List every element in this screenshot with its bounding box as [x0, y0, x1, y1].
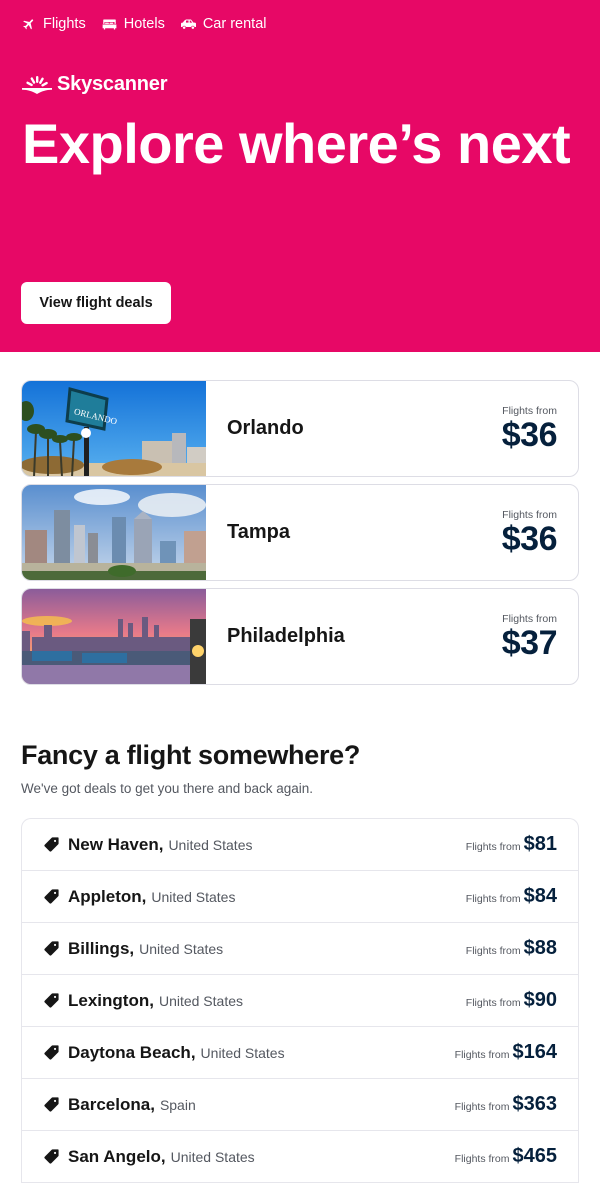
deal-city: New Haven,	[68, 834, 164, 854]
nav-hotels[interactable]: Hotels	[102, 16, 165, 32]
deal-row[interactable]: Appleton, United States Flights from $84	[22, 871, 578, 923]
deals-list: New Haven, United States Flights from $8…	[21, 818, 579, 1183]
nav-car-rental[interactable]: Car rental	[180, 16, 267, 32]
plane-icon	[23, 19, 34, 30]
brand-name: Skyscanner	[57, 73, 168, 95]
hero-banner: Flights Hotels Car rental Skyscanner Exp…	[0, 0, 600, 352]
deal-city: San Angelo,	[68, 1146, 166, 1166]
price-tag-icon	[44, 993, 59, 1008]
deal-country: United States	[200, 1044, 285, 1061]
deal-price: $84	[523, 885, 557, 907]
deal-country: United States	[170, 1148, 255, 1165]
destination-card-orlando[interactable]: ORLANDO Orlando Flights from $36	[21, 380, 579, 477]
deal-city: Appleton,	[68, 886, 147, 906]
flights-from-label: Flights from	[465, 841, 521, 853]
price-tag-icon	[44, 1045, 59, 1060]
view-flight-deals-button[interactable]: View flight deals	[21, 282, 171, 324]
nav-hotels-label: Hotels	[123, 16, 165, 32]
price-tag-icon	[44, 837, 59, 852]
nav-car-rental-label: Car rental	[202, 16, 267, 32]
deal-price: $465	[512, 1145, 558, 1167]
section-subtitle: We've got deals to get you there and bac…	[21, 781, 314, 796]
deal-city: Billings,	[68, 938, 135, 958]
flights-from-label: Flights from	[454, 1101, 510, 1113]
featured-destinations: ORLANDO Orlando Flights from $36 Tampa F…	[0, 352, 600, 685]
deal-country: United States	[168, 836, 253, 853]
nav-flights[interactable]: Flights	[22, 16, 86, 32]
car-icon	[180, 19, 196, 29]
destination-name: Tampa	[227, 521, 290, 543]
destination-price: $36	[501, 415, 558, 454]
deal-city: Barcelona,	[68, 1094, 155, 1114]
tampa-photo	[22, 485, 206, 580]
price-tag-icon	[44, 889, 59, 904]
destination-price: $36	[501, 519, 558, 558]
bed-icon	[102, 19, 117, 29]
deal-row[interactable]: Daytona Beach, United States Flights fro…	[22, 1027, 578, 1079]
flights-from-label: Flights from	[465, 997, 521, 1009]
flights-from-label: Flights from	[465, 893, 521, 905]
deal-city: Lexington,	[68, 990, 154, 1010]
deal-row[interactable]: New Haven, United States Flights from $8…	[22, 819, 578, 871]
flights-from-label: Flights from	[454, 1049, 510, 1061]
hero-title: Explore where’s next	[22, 112, 571, 175]
flights-from-label: Flights from	[465, 945, 521, 957]
deal-price: $88	[523, 937, 557, 959]
deals-section-header: Fancy a flight somewhere? We've got deal…	[0, 740, 600, 796]
deal-row[interactable]: Billings, United States Flights from $88	[22, 923, 578, 975]
sunrise-logo-icon	[22, 75, 52, 94]
destination-price: $37	[501, 623, 558, 662]
flights-from-label: Flights from	[454, 1153, 510, 1165]
price-tag-icon	[44, 1149, 59, 1164]
deal-country: Spain	[159, 1096, 196, 1113]
destination-card-philadelphia[interactable]: Philadelphia Flights from $37	[21, 588, 579, 685]
deal-price: $90	[523, 989, 557, 1011]
section-title: Fancy a flight somewhere?	[21, 740, 361, 770]
deal-row[interactable]: San Angelo, United States Flights from $…	[22, 1131, 578, 1183]
price-tag-icon	[44, 1097, 59, 1112]
deal-country: United States	[158, 992, 244, 1009]
destination-name: Orlando	[227, 417, 304, 439]
destination-name: Philadelphia	[227, 625, 345, 647]
price-tag-icon	[44, 941, 59, 956]
top-nav: Flights Hotels Car rental	[22, 0, 578, 46]
deal-country: United States	[151, 888, 236, 905]
deal-city: Daytona Beach,	[68, 1042, 196, 1062]
nav-flights-label: Flights	[43, 16, 86, 32]
deal-price: $363	[512, 1093, 558, 1115]
deal-price: $81	[523, 833, 557, 855]
destination-card-tampa[interactable]: Tampa Flights from $36	[21, 484, 579, 581]
deal-row[interactable]: Lexington, United States Flights from $9…	[22, 975, 578, 1027]
deal-row[interactable]: Barcelona, Spain Flights from $363	[22, 1079, 578, 1131]
deal-country: United States	[139, 940, 224, 957]
deal-price: $164	[512, 1041, 558, 1063]
philadelphia-photo	[22, 589, 206, 684]
skyscanner-logo[interactable]: Skyscanner	[22, 73, 578, 96]
orlando-photo: ORLANDO	[22, 381, 206, 476]
